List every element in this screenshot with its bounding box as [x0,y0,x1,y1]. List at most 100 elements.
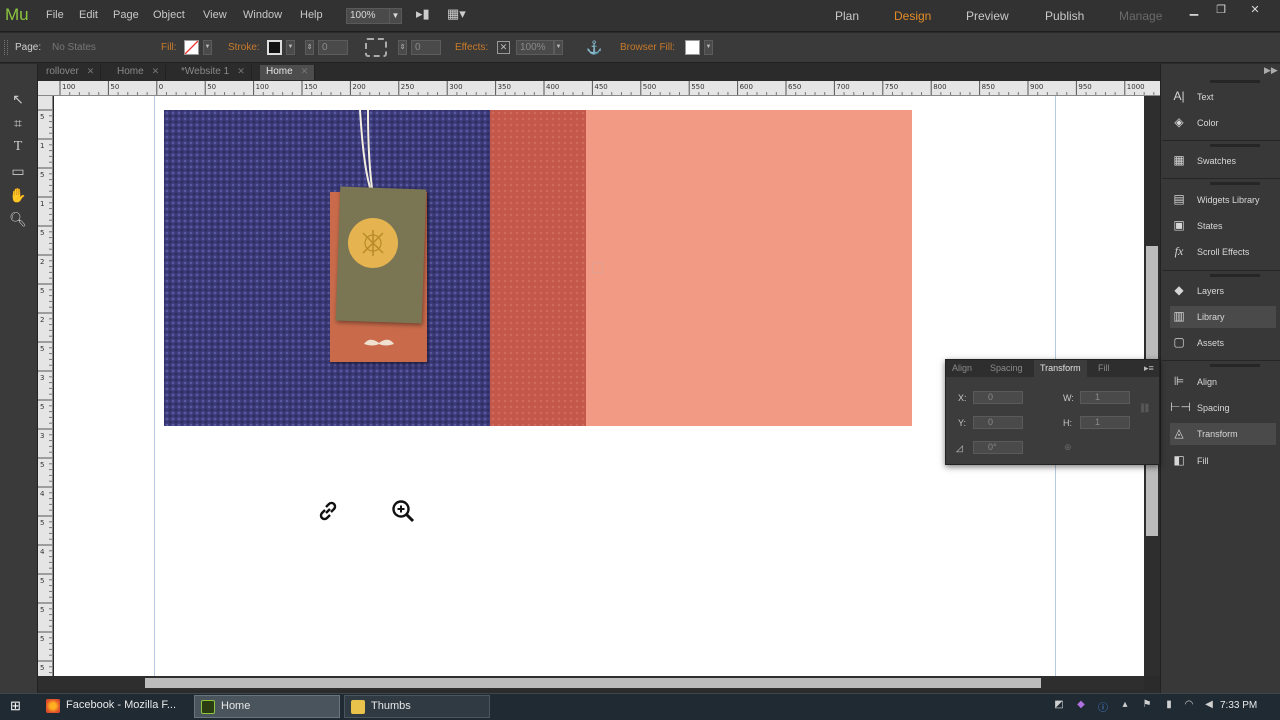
taskbar-firefox[interactable]: Facebook - Mozilla F... [40,695,190,718]
text-tool-icon[interactable]: T [7,137,29,157]
tray-wifi-icon[interactable]: ◠ [1182,699,1196,713]
constrain-proportions-icon[interactable]: ⛓ [1139,403,1150,414]
tab-home-active[interactable]: Home ✕ [260,65,316,80]
link-icon[interactable] [316,499,340,523]
anchor-icon[interactable]: ⚓ [586,40,602,56]
panel-swatches[interactable]: ▦ Swatches [1170,150,1276,172]
hand-tool-icon[interactable]: ✋ [7,185,29,205]
tab-website-1[interactable]: *Website 1 ✕ [175,65,252,80]
stroke-swatch[interactable] [267,40,282,55]
menu-edit[interactable]: Edit [79,9,98,21]
tab-rollover[interactable]: rollover ✕ [40,65,102,80]
fill-label[interactable]: Fill: [161,42,177,53]
close-icon[interactable]: ✕ [152,66,160,76]
browser-fill-swatch[interactable] [685,40,700,55]
x-input[interactable]: 0 [973,391,1023,404]
panel-group-grip[interactable] [1210,274,1260,277]
fill-swatch[interactable] [184,40,199,55]
browser-fill-label[interactable]: Browser Fill: [620,42,675,53]
close-icon[interactable]: ✕ [237,66,245,76]
close-icon[interactable]: ✕ [87,66,95,76]
panel-assets[interactable]: ▢ Assets [1170,332,1276,354]
menu-window[interactable]: Window [243,9,282,21]
close-icon[interactable]: ✕ [301,66,309,76]
hero-image-stripe[interactable] [490,110,586,426]
tab-align[interactable]: Align [952,363,972,373]
effects-label[interactable]: Effects: [455,42,488,53]
chevron-down-icon[interactable]: ▼ [554,40,563,55]
mode-preview[interactable]: Preview [966,9,1009,23]
chevron-down-icon[interactable]: ▼ [704,40,713,55]
zoom-tool-icon[interactable]: 🔍︎ [7,209,29,229]
panel-group-grip[interactable] [1210,80,1260,83]
tab-transform[interactable]: Transform [1034,360,1087,377]
panel-color[interactable]: ◈ Color [1170,112,1276,134]
tab-home[interactable]: Home ✕ [111,65,167,80]
hero-image-fabric[interactable] [164,110,490,426]
corner-radius-input[interactable]: 0 [411,40,441,55]
menu-view[interactable]: View [203,9,227,21]
tray-onenote-icon[interactable]: ◆ [1074,699,1088,713]
panel-align[interactable]: ⊫ Align [1170,371,1276,393]
stroke-width-input[interactable]: 0 [318,40,348,55]
horizontal-scroll-thumb[interactable] [145,678,1041,688]
menu-object[interactable]: Object [153,9,185,21]
mode-publish[interactable]: Publish [1045,9,1084,23]
tray-chevron-icon[interactable]: ▴ [1118,699,1132,713]
hero-rectangle-peach[interactable] [586,110,912,426]
menu-help[interactable]: Help [300,9,323,21]
effects-icon[interactable]: ✕ [497,41,510,54]
reference-point-icon[interactable]: ⊕ [1064,442,1072,453]
tray-info-icon[interactable]: ⓘ [1096,699,1110,714]
stroke-stepper[interactable]: ⇕ [305,40,314,55]
restore-icon[interactable]: ❐ [1210,3,1232,17]
tab-spacing[interactable]: Spacing [990,363,1023,373]
horizontal-ruler[interactable]: 100 50 0 50 100 150 200 250 300 350 400 450 500 550 60… [38,81,1160,96]
stroke-label[interactable]: Stroke: [228,42,260,53]
panel-group-grip[interactable] [1210,182,1260,185]
corner-stepper[interactable]: ⇕ [398,40,407,55]
chevron-down-icon[interactable]: ▼ [203,40,212,55]
selection-tool-icon[interactable]: ↖ [7,89,29,109]
anchor-marker[interactable] [592,262,603,273]
panel-menu-icon[interactable]: ▸≡ [1144,363,1154,374]
panel-group-grip[interactable] [1210,144,1260,147]
tray-flag-icon[interactable]: ⚑ [1140,699,1154,713]
rectangle-tool-icon[interactable]: ▭ [7,161,29,181]
mode-design[interactable]: Design [894,9,931,23]
panel-fill[interactable]: ◧ Fill [1170,450,1276,472]
rotation-input[interactable]: 0° [973,441,1023,454]
opacity-input[interactable]: 100% [516,40,554,55]
collapse-panels-icon[interactable]: ▶▶ [1264,65,1278,76]
taskbar-thumbs-folder[interactable]: Thumbs [344,695,490,718]
insert-page-icon[interactable]: ▸▮ [416,6,436,24]
vertical-ruler[interactable]: 5 1 5 1 5 2 5 2 5 3 5 3 5 4 5 4 5 5 5 5 [38,96,53,676]
zoom-level-select[interactable]: 100% ▼ [346,8,402,24]
menu-file[interactable]: File [46,9,64,21]
panel-widgets-library[interactable]: ▤ Widgets Library [1170,189,1276,211]
panel-scroll-effects[interactable]: fx Scroll Effects [1170,241,1276,263]
crop-tool-icon[interactable]: ⌗ [7,113,29,133]
panel-library[interactable]: ▥ Library [1170,306,1276,328]
taskbar-muse-home[interactable]: Home [194,695,340,718]
close-icon[interactable]: ✕ [1244,3,1266,17]
windows-start-icon[interactable]: ⊞ [10,699,24,713]
panel-transform[interactable]: ◬ Transform [1170,423,1276,445]
taskbar-clock[interactable]: 7:33 PM [1220,700,1257,711]
menu-page[interactable]: Page [113,9,139,21]
panel-spacing[interactable]: ⊢⊣ Spacing [1170,397,1276,419]
layout-grid-icon[interactable]: ▦▾ [447,6,473,24]
width-input[interactable]: 1 [1080,391,1130,404]
panel-group-grip[interactable] [1210,364,1260,367]
mode-plan[interactable]: Plan [835,9,859,23]
minimize-icon[interactable]: ▁ [1183,3,1205,17]
tray-network-icon[interactable]: ▮ [1162,699,1176,713]
panel-states[interactable]: ▣ States [1170,215,1276,237]
tray-volume-icon[interactable]: ◀ [1202,699,1216,713]
y-input[interactable]: 0 [973,416,1023,429]
panel-text[interactable]: A| Text [1170,86,1276,108]
panel-layers[interactable]: ◆ Layers [1170,280,1276,302]
tab-fill[interactable]: Fill [1098,363,1110,373]
chevron-down-icon[interactable]: ▼ [286,40,295,55]
tray-app-icon[interactable]: ◩ [1052,699,1066,713]
